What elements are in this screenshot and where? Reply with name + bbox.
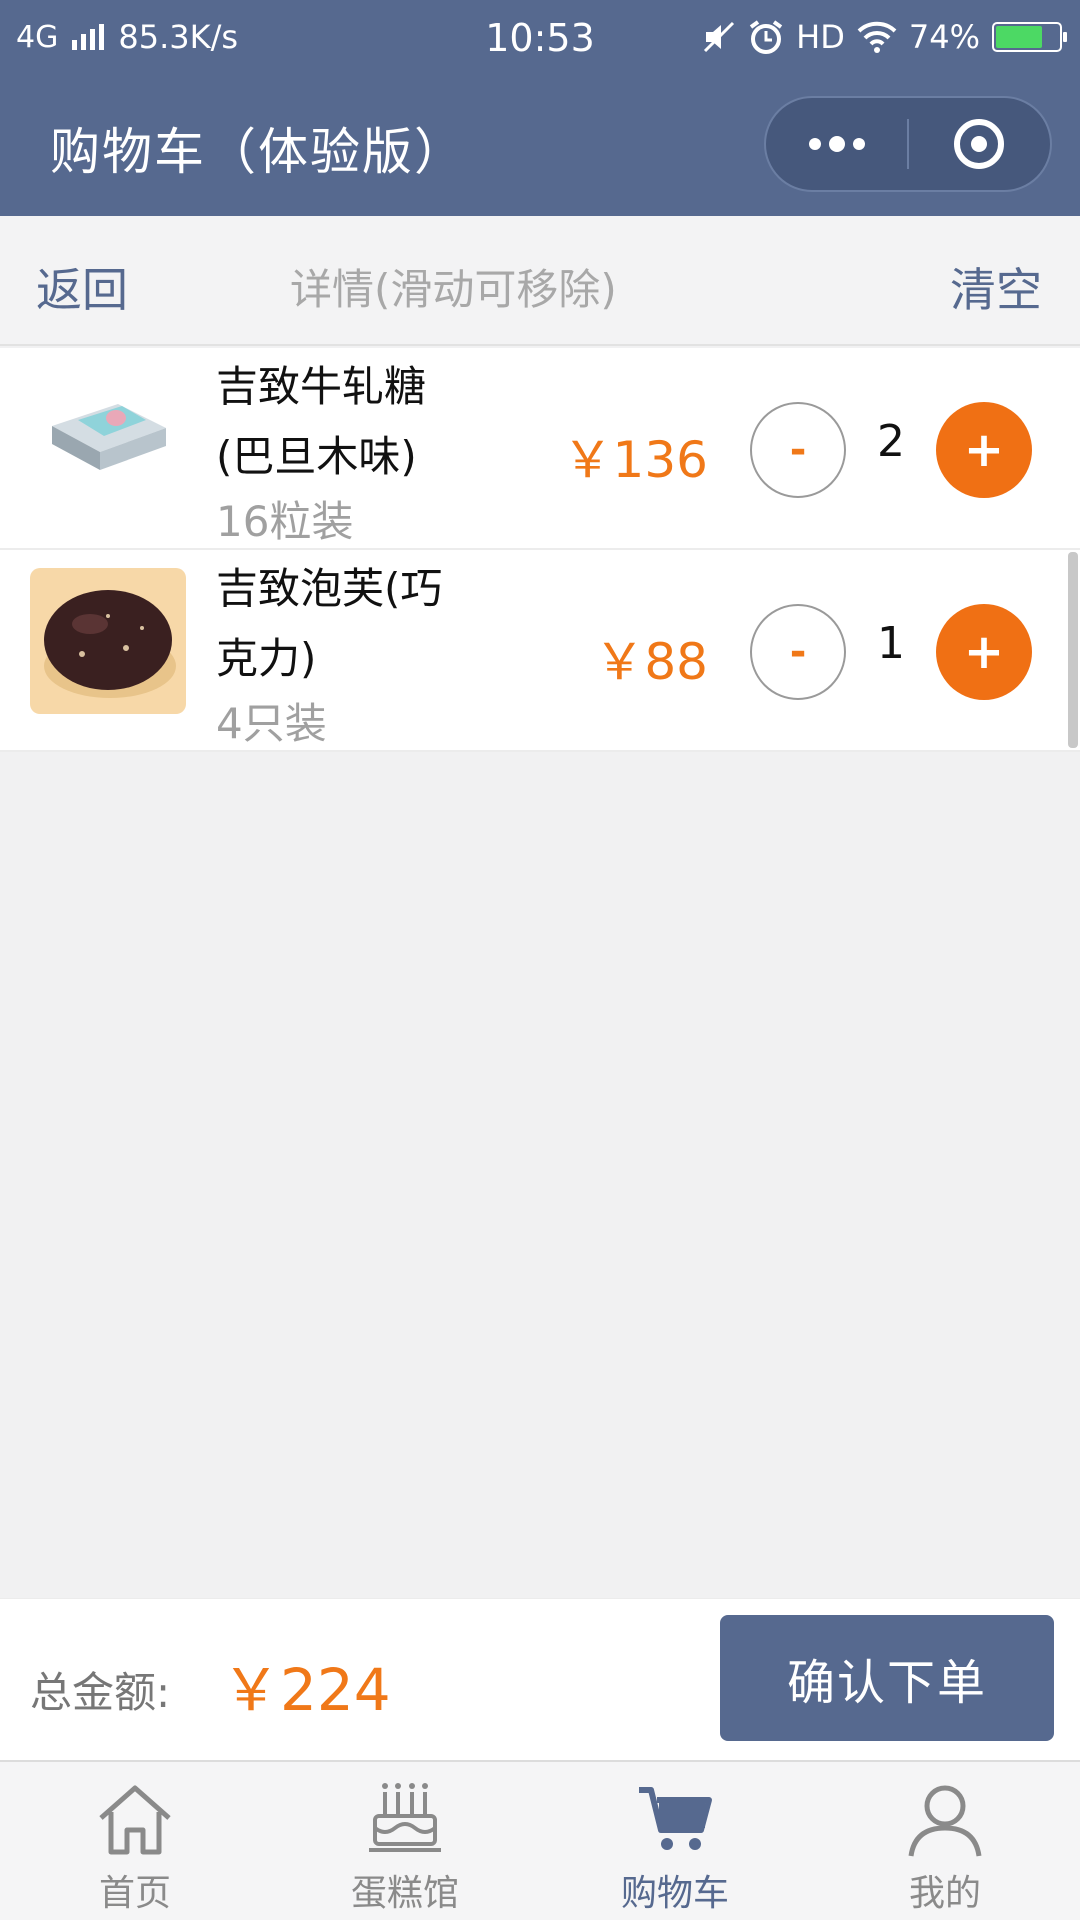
- home-icon: [99, 1785, 171, 1855]
- mute-icon: [704, 21, 735, 53]
- cart-list: 吉致牛轧糖(巴旦木味) 16粒装 ￥136 - 2 + 吉致泡芙(巧克力) 4只…: [0, 348, 1080, 752]
- tab-home[interactable]: 首页: [0, 1762, 270, 1920]
- hd-label: HD: [796, 18, 845, 56]
- tab-label: 我的: [908, 1873, 981, 1914]
- increase-button[interactable]: +: [936, 604, 1032, 700]
- clear-button[interactable]: 清空: [950, 254, 1042, 320]
- product-spec: 4只装: [216, 699, 327, 748]
- more-dots-icon[interactable]: [766, 98, 907, 190]
- tab-cart[interactable]: 购物车: [540, 1762, 810, 1920]
- target-close-icon[interactable]: [909, 98, 1050, 190]
- alarm-icon: [750, 20, 783, 54]
- product-price: ￥136: [562, 431, 708, 489]
- page-title: 购物车（体验版）: [50, 123, 466, 181]
- product-price: ￥88: [594, 633, 708, 691]
- list-scrollbar[interactable]: [1068, 552, 1078, 748]
- quantity-value: 1: [877, 618, 905, 669]
- battery-percent: 74%: [908, 18, 980, 56]
- details-hint: 详情(滑动可移除): [290, 265, 617, 314]
- confirm-order-button[interactable]: 确认下单: [720, 1615, 1054, 1741]
- increase-button[interactable]: +: [936, 402, 1032, 498]
- total-label: 总金额:: [30, 1668, 171, 1717]
- cart-header: 返回 详情(滑动可移除) 清空: [0, 216, 1080, 346]
- tab-profile[interactable]: 我的: [810, 1762, 1080, 1920]
- product-name: 吉致泡芙(巧克力): [216, 564, 443, 683]
- tab-bar: 首页 蛋糕馆 购物车 我的: [0, 1760, 1080, 1920]
- cart-item[interactable]: 吉致牛轧糖(巴旦木味) 16粒装 ￥136 - 2 +: [0, 348, 1080, 550]
- status-bar: 4G 85.3K/s 10:53 HD 74%: [0, 0, 1080, 76]
- product-image: [30, 568, 186, 714]
- tab-label: 首页: [98, 1873, 171, 1914]
- decrease-button[interactable]: -: [750, 604, 846, 700]
- cart-item[interactable]: 吉致泡芙(巧克力) 4只装 ￥88 - 1 +: [0, 550, 1080, 752]
- total-amount: ￥224: [222, 1656, 391, 1724]
- tab-label: 购物车: [620, 1873, 729, 1914]
- tab-label: 蛋糕馆: [350, 1873, 459, 1914]
- checkout-bar: 总金额: ￥224 确认下单: [0, 1598, 1080, 1760]
- battery-icon: [992, 22, 1067, 52]
- title-bar: 4G 85.3K/s 10:53 HD 74% 购物车（体验版）: [0, 0, 1080, 216]
- cart-icon: [639, 1787, 712, 1850]
- decrease-button[interactable]: -: [750, 402, 846, 498]
- product-name: 吉致牛轧糖(巴旦木味): [216, 362, 427, 481]
- product-image: [30, 366, 186, 512]
- status-right: HD 74%: [702, 18, 1067, 56]
- tab-cake[interactable]: 蛋糕馆: [270, 1762, 540, 1920]
- user-icon: [908, 1785, 982, 1857]
- cake-icon: [369, 1783, 441, 1852]
- quantity-value: 2: [877, 416, 905, 467]
- mini-program-capsule: [764, 96, 1052, 192]
- back-button[interactable]: 返回: [36, 254, 128, 320]
- product-spec: 16粒装: [216, 497, 354, 546]
- wifi-icon: [857, 21, 897, 53]
